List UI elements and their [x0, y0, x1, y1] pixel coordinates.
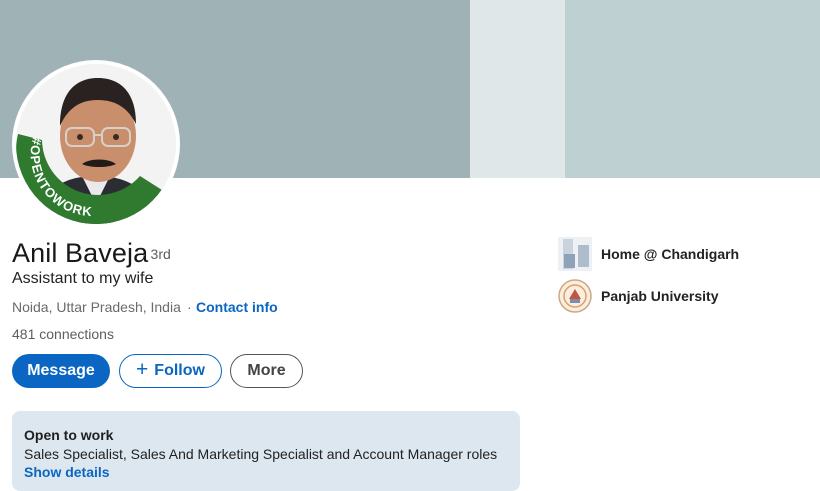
- profile-photo[interactable]: #OPENTOWORK: [16, 64, 176, 224]
- message-button[interactable]: Message: [12, 354, 110, 388]
- show-details-link[interactable]: Show details: [24, 464, 110, 480]
- university-seal-icon: [558, 279, 592, 313]
- open-to-work-title: Open to work: [24, 427, 114, 443]
- follow-button-label: Follow: [154, 362, 205, 379]
- banner-right-panel: [565, 0, 820, 178]
- connection-degree: · 3rd: [142, 246, 171, 262]
- education-item[interactable]: Panjab University: [558, 279, 719, 313]
- more-button-label: More: [247, 362, 286, 379]
- open-to-work-card: Open to work Sales Specialist, Sales And…: [12, 411, 520, 491]
- open-to-work-roles: Sales Specialist, Sales And Marketing Sp…: [24, 446, 498, 462]
- current-company-label: Home @ Chandigarh: [601, 246, 740, 262]
- current-company-item[interactable]: Home @ Chandigarh: [558, 237, 739, 271]
- company-logo-icon: [558, 237, 592, 271]
- connections-count[interactable]: 481 connections: [12, 326, 114, 342]
- profile-headline: Assistant to my wife: [12, 270, 154, 287]
- education-label: Panjab University: [601, 288, 719, 304]
- profile-photo-illustration: #OPENTOWORK: [16, 64, 176, 224]
- message-button-label: Message: [27, 362, 95, 379]
- contact-info-link[interactable]: Contact info: [196, 299, 278, 315]
- profile-name: Anil Baveja: [12, 238, 149, 268]
- profile-location: Noida, Uttar Pradesh, India: [12, 299, 181, 315]
- avatar[interactable]: #OPENTOWORK: [12, 60, 180, 228]
- follow-button[interactable]: + Follow: [119, 354, 222, 388]
- plus-icon: +: [136, 358, 149, 381]
- more-button[interactable]: More: [230, 354, 303, 388]
- location-separator: ·: [187, 299, 192, 315]
